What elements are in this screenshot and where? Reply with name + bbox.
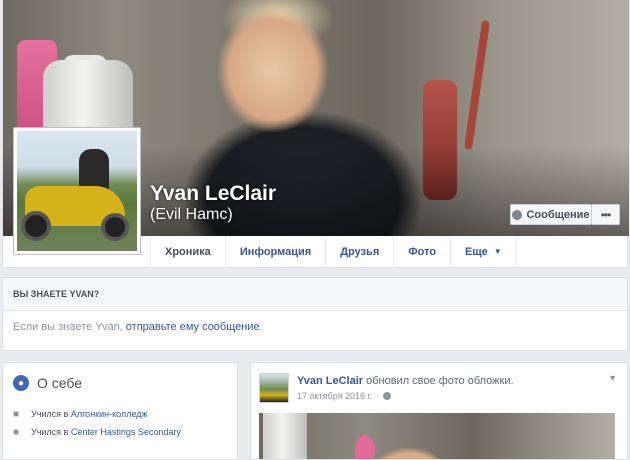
post-image-bottle [263, 413, 307, 459]
education-item: ■ Учился в Алгонкин-колледж [13, 408, 148, 420]
profile-header: Yvan LeClair (Evil Hamc) Сообщение ••• Х… [2, 0, 629, 268]
profile-tabs: Хроника Информация Друзья Фото Еще ▼ [150, 236, 517, 267]
profile-picture-image [17, 131, 137, 251]
post-image-toy [355, 435, 375, 459]
about-card: ● О себе ■ Учился в Алгонкин-колледж ■ У… [2, 362, 238, 460]
chevron-down-icon[interactable]: ▼ [608, 373, 617, 383]
profile-alternate-name: (Evil Hamc) [150, 206, 233, 223]
post-action: обновил свое фото обложки. [363, 375, 514, 387]
meta-separator: · [376, 391, 380, 401]
message-button-label: Сообщение [526, 208, 590, 221]
tab-more[interactable]: Еще ▼ [451, 236, 517, 267]
post-date-link[interactable]: 17 октября 2016 г. [297, 391, 372, 401]
profile-picture[interactable] [13, 127, 141, 255]
graduation-cap-icon: ■ [13, 426, 20, 438]
post-meta: 17 октября 2016 г. · [297, 391, 392, 401]
tab-timeline[interactable]: Хроника [150, 236, 226, 267]
avatar-wheel [21, 211, 51, 241]
more-dots-icon: ••• [600, 207, 612, 222]
avatar-wheel [101, 213, 129, 241]
post-image[interactable] [259, 413, 615, 459]
about-title: О себе [37, 375, 83, 391]
post-header: Yvan LeClair обновил свое фото обложки. [297, 375, 514, 387]
school-link[interactable]: Center Hastings Secondary [71, 427, 181, 437]
tab-friends[interactable]: Друзья [326, 236, 395, 267]
education-item: ■ Учился в Center Hastings Secondary [13, 426, 181, 438]
globe-icon: ● [13, 375, 29, 391]
cover-vacuum-handle [463, 20, 491, 150]
about-heading: ● О себе [3, 363, 237, 391]
about-list: ■ Учился в Алгонкин-колледж ■ Учился в C… [3, 405, 237, 441]
graduation-cap-icon: ■ [13, 408, 20, 420]
do-you-know-card: ВЫ ЗНАЕТЕ YVAN? Если вы знаете Yvan, отп… [2, 277, 628, 351]
message-button[interactable]: Сообщение [510, 204, 592, 225]
timeline-post: Yvan LeClair обновил свое фото обложки. … [250, 362, 628, 460]
tab-about[interactable]: Информация [226, 236, 327, 267]
messenger-icon [512, 209, 523, 220]
post-author-link[interactable]: Yvan LeClair [297, 375, 363, 387]
do-you-know-text: Если вы знаете Yvan, отправьте ему сообщ… [13, 321, 263, 333]
more-options-button[interactable]: ••• [592, 204, 620, 225]
tab-photos[interactable]: Фото [394, 236, 452, 267]
do-you-know-heading: ВЫ ЗНАЕТЕ YVAN? [3, 278, 627, 311]
post-author-avatar[interactable] [259, 373, 289, 403]
send-message-link[interactable]: отправьте ему сообщение [126, 321, 260, 333]
profile-name[interactable]: Yvan LeClair [150, 182, 276, 206]
school-link[interactable]: Алгонкин-колледж [71, 409, 148, 419]
globe-icon [383, 392, 392, 400]
caret-down-icon: ▼ [493, 247, 502, 256]
